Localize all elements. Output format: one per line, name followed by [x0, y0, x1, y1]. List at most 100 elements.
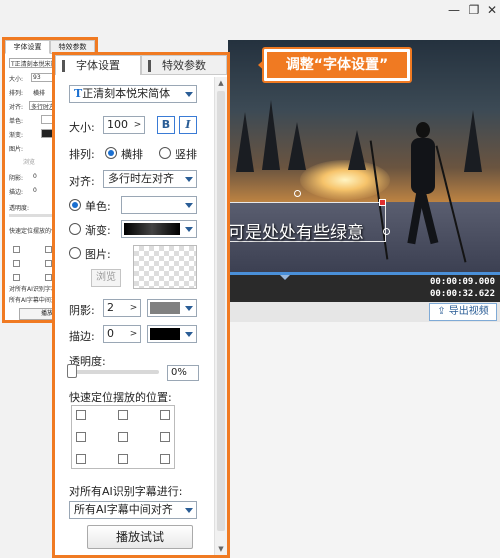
- italic-button[interactable]: I: [179, 116, 197, 134]
- tree-silhouette: [262, 100, 280, 170]
- position-bottom-center[interactable]: [118, 454, 128, 464]
- settings-tabs: 字体设置 特效参数: [55, 55, 227, 75]
- pos-cell[interactable]: [13, 260, 20, 267]
- restore-icon[interactable]: ❐: [466, 2, 482, 18]
- vertical-label[interactable]: 竖排: [175, 146, 197, 162]
- callout-box: 调整“字体设置”: [262, 47, 412, 83]
- single-color-radio[interactable]: [69, 199, 81, 211]
- opacity-label-small: 透明度:: [9, 205, 30, 212]
- export-video-button[interactable]: ⇪ 导出视频: [429, 303, 497, 321]
- opacity-slider[interactable]: [69, 370, 159, 374]
- layout-option-small[interactable]: 横排: [33, 88, 45, 97]
- image-label[interactable]: 图片:: [85, 246, 111, 262]
- font-family-select[interactable]: T正清刻本悦宋简体: [69, 85, 197, 103]
- image-preview: [133, 245, 197, 289]
- scroll-up-icon[interactable]: ▲: [215, 77, 227, 89]
- resize-handle-right[interactable]: [383, 228, 390, 235]
- single-color-select[interactable]: [121, 196, 197, 214]
- stroke-color-swatch: [150, 328, 180, 340]
- browse-small[interactable]: 浏览: [23, 157, 35, 166]
- tab-effects[interactable]: 特效参数: [141, 55, 227, 75]
- position-top-center[interactable]: [118, 410, 128, 420]
- opacity-slider-handle[interactable]: [67, 364, 77, 378]
- position-center[interactable]: [118, 432, 128, 442]
- playhead-icon[interactable]: [280, 275, 290, 280]
- export-label: 导出视频: [448, 306, 489, 317]
- preview-play-button[interactable]: 播放试试: [87, 525, 193, 549]
- single-color-small[interactable]: 单色:: [9, 116, 23, 125]
- skier-silhouette: [406, 122, 440, 262]
- pos-cell[interactable]: [13, 246, 20, 253]
- browse-button[interactable]: 浏览: [91, 269, 121, 287]
- shadow-label-small: 阴影:: [9, 175, 24, 182]
- tree-silhouette: [236, 112, 254, 172]
- position-top-left[interactable]: [76, 410, 86, 420]
- rotate-handle[interactable]: [294, 190, 301, 197]
- export-icon: ⇪: [437, 306, 446, 317]
- align-value: 多行时左对齐: [108, 172, 174, 185]
- align-select[interactable]: 多行时左对齐: [103, 170, 197, 188]
- position-label: 快速定位摆放的位置:: [69, 391, 172, 404]
- layout-label-small: 排列:: [9, 90, 24, 97]
- image-small[interactable]: 图片:: [9, 144, 23, 153]
- pos-cell[interactable]: [13, 274, 20, 281]
- subtitle-text[interactable]: 可是处处有些绿意: [228, 218, 364, 243]
- pos-cell[interactable]: [45, 274, 52, 281]
- opacity-input[interactable]: 0%: [167, 365, 199, 381]
- chevron-down-icon: [185, 306, 193, 311]
- chevron-right-icon[interactable]: >: [127, 300, 140, 316]
- stroke-value-small[interactable]: 0: [33, 187, 37, 194]
- ai-subtitle-label: 对所有AI识别字幕进行:: [69, 485, 183, 498]
- stroke-stepper[interactable]: 0 >: [103, 325, 141, 343]
- pos-cell[interactable]: [45, 260, 52, 267]
- font-t-icon: T: [74, 87, 83, 100]
- font-settings-panel: 字体设置 特效参数 T正清刻本悦宋简体 大小: 100 > B I 排列: 横排…: [52, 52, 230, 558]
- tab-effects-label: 特效参数: [162, 59, 206, 72]
- font-size-value: 100: [107, 118, 128, 131]
- panel-scrollbar[interactable]: ▲ ▼: [214, 77, 227, 555]
- workspace-background: [228, 322, 500, 558]
- tab-marker-icon: [62, 60, 65, 72]
- gradient-select[interactable]: [121, 220, 197, 238]
- position-middle-left[interactable]: [76, 432, 86, 442]
- position-bottom-left[interactable]: [76, 454, 86, 464]
- gradient-radio[interactable]: [69, 223, 81, 235]
- gradient-small[interactable]: 渐变:: [9, 130, 23, 139]
- position-grid: [71, 405, 175, 469]
- chevron-down-icon: [185, 332, 193, 337]
- font-size-stepper[interactable]: 100 >: [103, 116, 145, 134]
- position-top-right[interactable]: [160, 410, 170, 420]
- shadow-label: 阴影:: [69, 304, 95, 317]
- shadow-stepper[interactable]: 2 >: [103, 299, 141, 317]
- position-bottom-right[interactable]: [160, 454, 170, 464]
- stroke-color-select[interactable]: [147, 325, 197, 343]
- close-icon[interactable]: ✕: [484, 2, 500, 18]
- stroke-label: 描边:: [69, 330, 95, 343]
- minimize-icon[interactable]: —: [446, 2, 462, 18]
- tab-font-settings[interactable]: 字体设置: [55, 55, 141, 75]
- ai-subtitle-value: 所有AI字幕中间对齐: [74, 503, 173, 516]
- scroll-down-icon[interactable]: ▼: [215, 543, 227, 555]
- position-middle-right[interactable]: [160, 432, 170, 442]
- horizontal-label[interactable]: 横排: [121, 146, 143, 162]
- scrollbar-thumb[interactable]: [217, 91, 225, 531]
- gradient-label[interactable]: 渐变:: [85, 222, 111, 238]
- shadow-value-small[interactable]: 0: [33, 173, 37, 180]
- horizontal-radio[interactable]: [105, 147, 117, 159]
- delete-handle[interactable]: [379, 199, 386, 206]
- chevron-right-icon[interactable]: >: [127, 326, 140, 342]
- ai-subtitle-select[interactable]: 所有AI字幕中间对齐: [69, 501, 197, 519]
- current-time: 00:00:09.000: [430, 277, 496, 287]
- shadow-color-select[interactable]: [147, 299, 197, 317]
- vertical-radio[interactable]: [159, 147, 171, 159]
- pos-cell[interactable]: [45, 246, 52, 253]
- bold-button[interactable]: B: [157, 116, 175, 134]
- stroke-value: 0: [107, 327, 114, 340]
- callout-text: 调整“字体设置”: [267, 52, 407, 78]
- gradient-swatch: [124, 223, 180, 235]
- single-color-label[interactable]: 单色:: [85, 198, 111, 214]
- chevron-down-icon: [185, 508, 193, 513]
- tab-font-settings-small[interactable]: 字体设置: [5, 40, 50, 54]
- image-radio[interactable]: [69, 247, 81, 259]
- chevron-right-icon[interactable]: >: [131, 117, 144, 133]
